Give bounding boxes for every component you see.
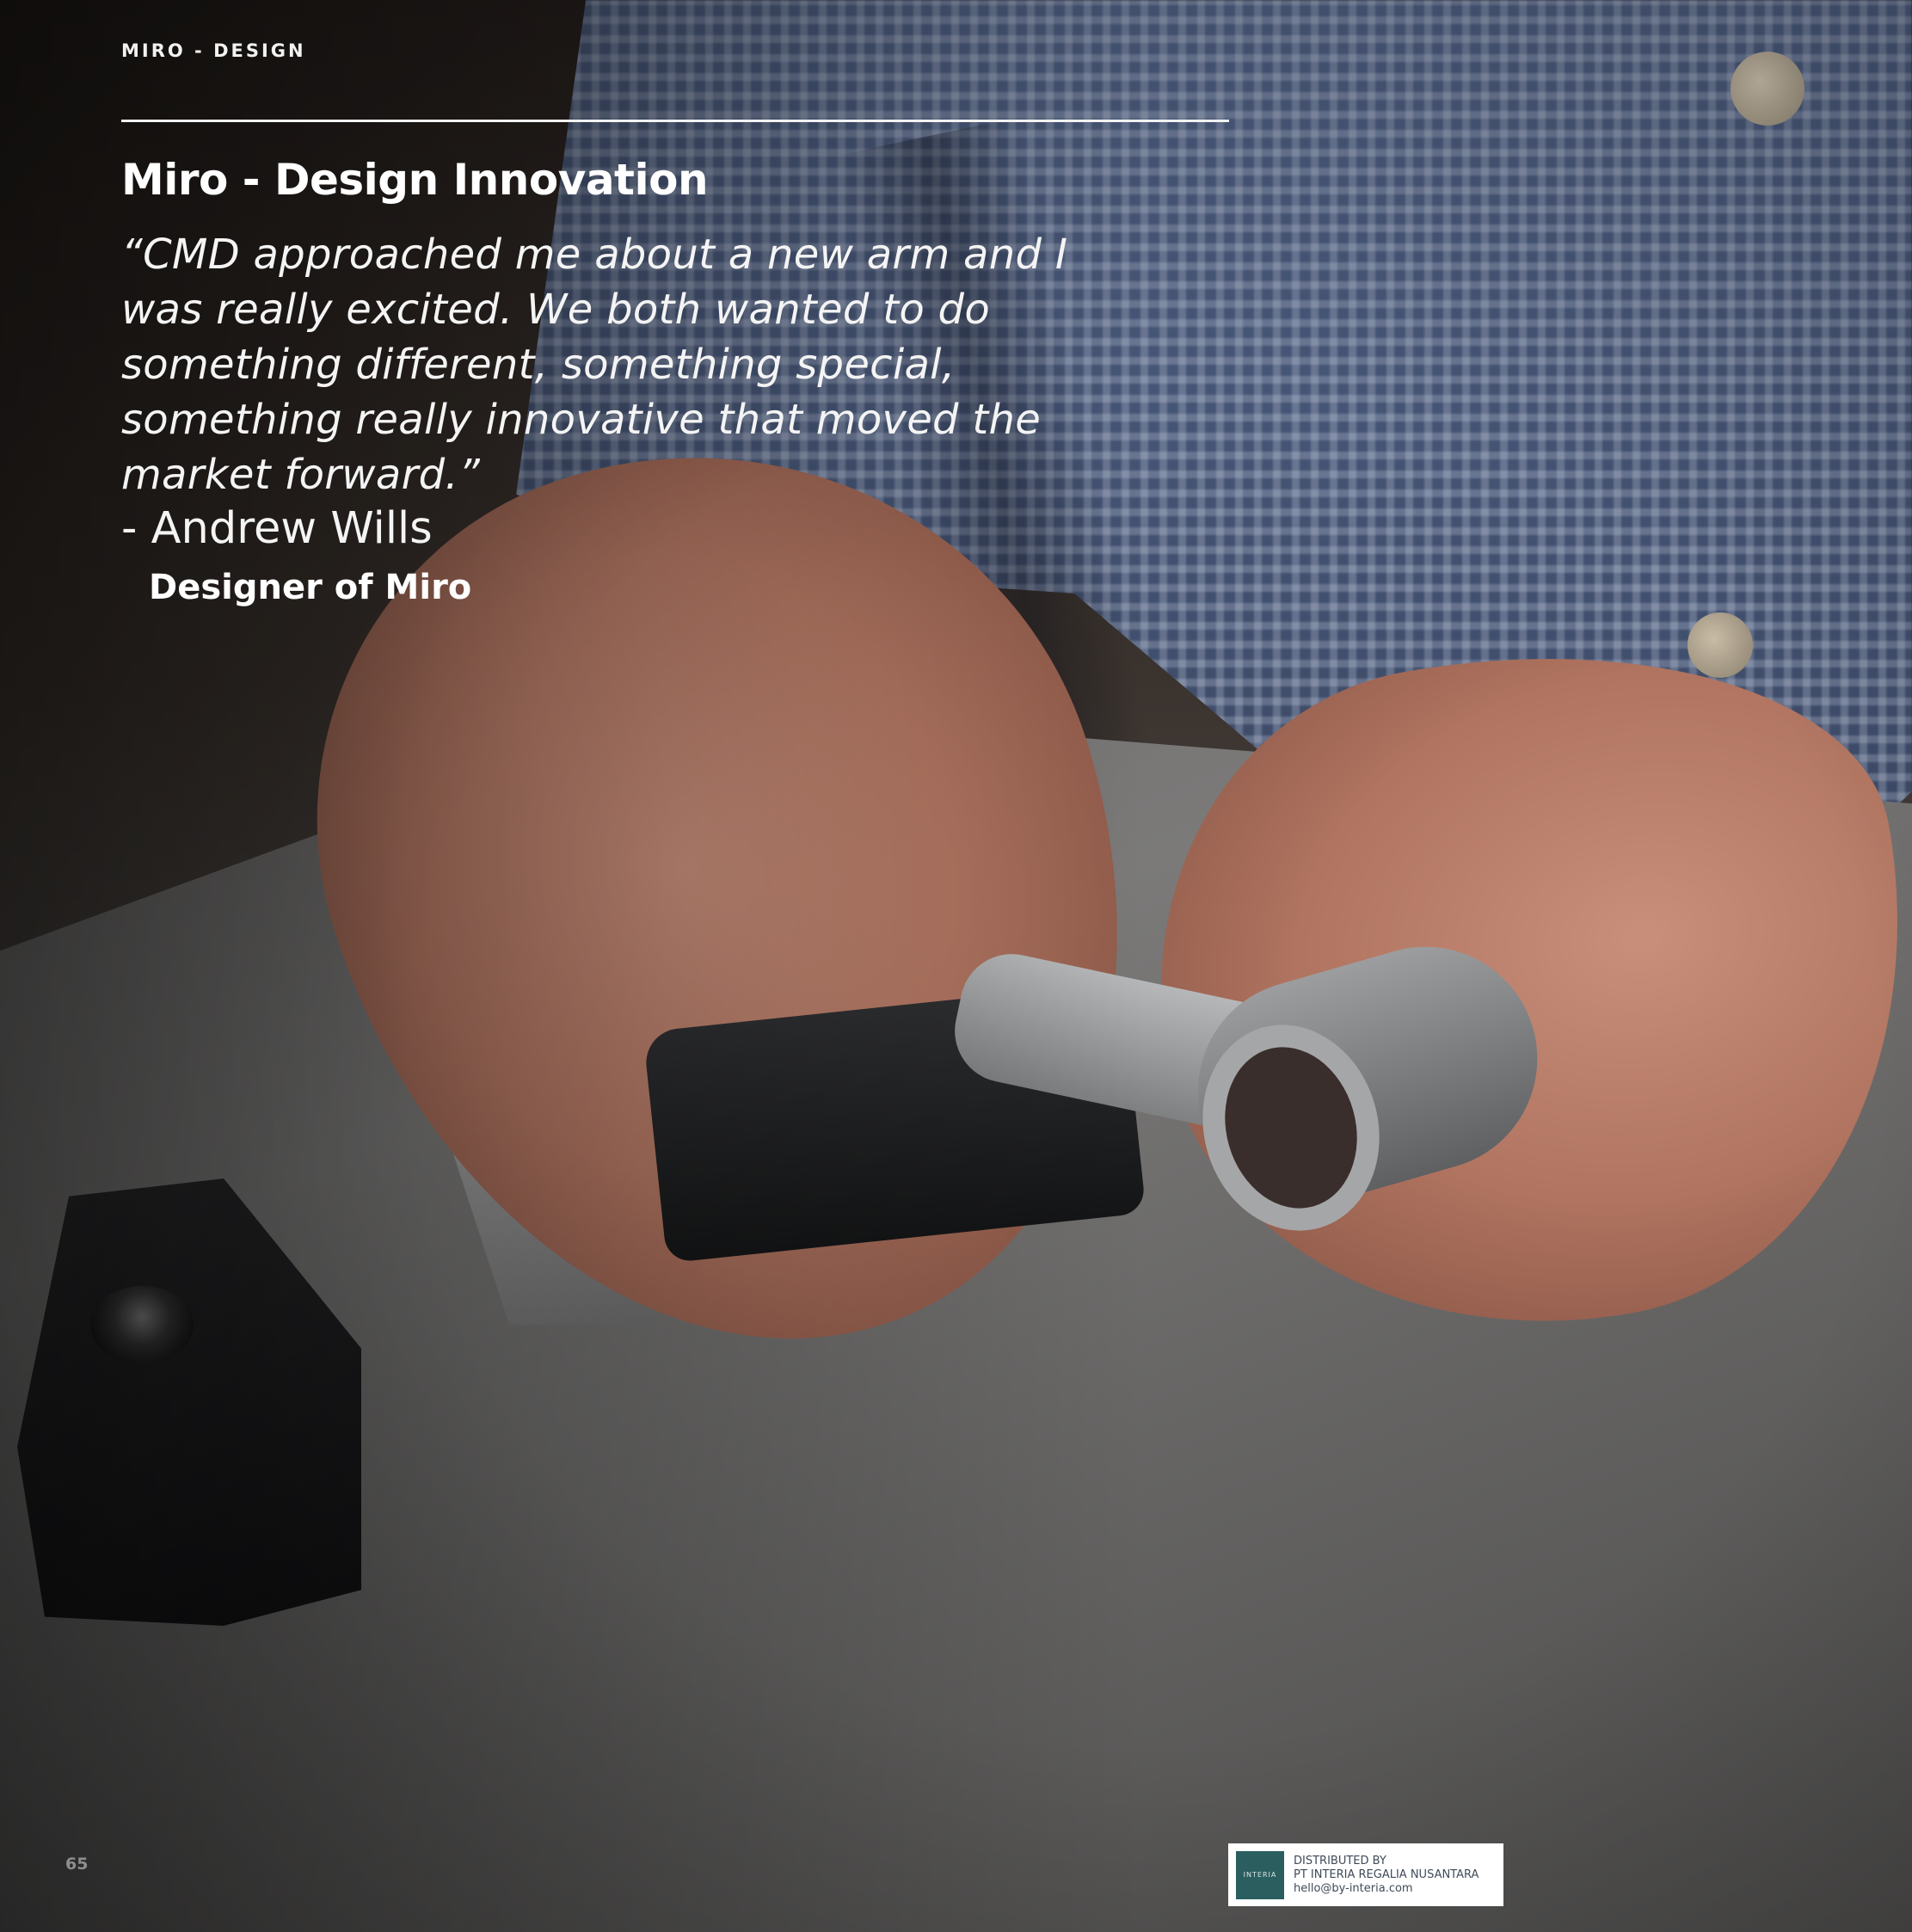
pull-quote: “CMD approached me about a new arm and I… (121, 231, 1068, 499)
distributor-email: hello@by-interia.com (1294, 1881, 1413, 1895)
logo-text: INTERIA (1243, 1871, 1277, 1879)
distributor-line-2: PT INTERIA REGALIA NUSANTARA (1294, 1867, 1479, 1881)
interia-logo: INTERIA (1236, 1850, 1284, 1899)
page-title: Miro - Design Innovation (121, 155, 709, 205)
header-divider (121, 120, 1229, 122)
section-label: MIRO - DESIGN (121, 40, 306, 61)
distributor-text: DISTRIBUTED BY PT INTERIA REGALIA NUSANT… (1294, 1855, 1479, 1896)
distributor-badge: INTERIA DISTRIBUTED BY PT INTERIA REGALI… (1228, 1843, 1503, 1906)
quote-author: - Andrew Wills (121, 503, 433, 554)
page-content: MIRO - DESIGN Miro - Design Innovation “… (0, 0, 1912, 1932)
distributor-line-1: DISTRIBUTED BY (1294, 1854, 1386, 1867)
page-number: 65 (65, 1855, 89, 1874)
author-role: Designer of Miro (149, 568, 472, 607)
